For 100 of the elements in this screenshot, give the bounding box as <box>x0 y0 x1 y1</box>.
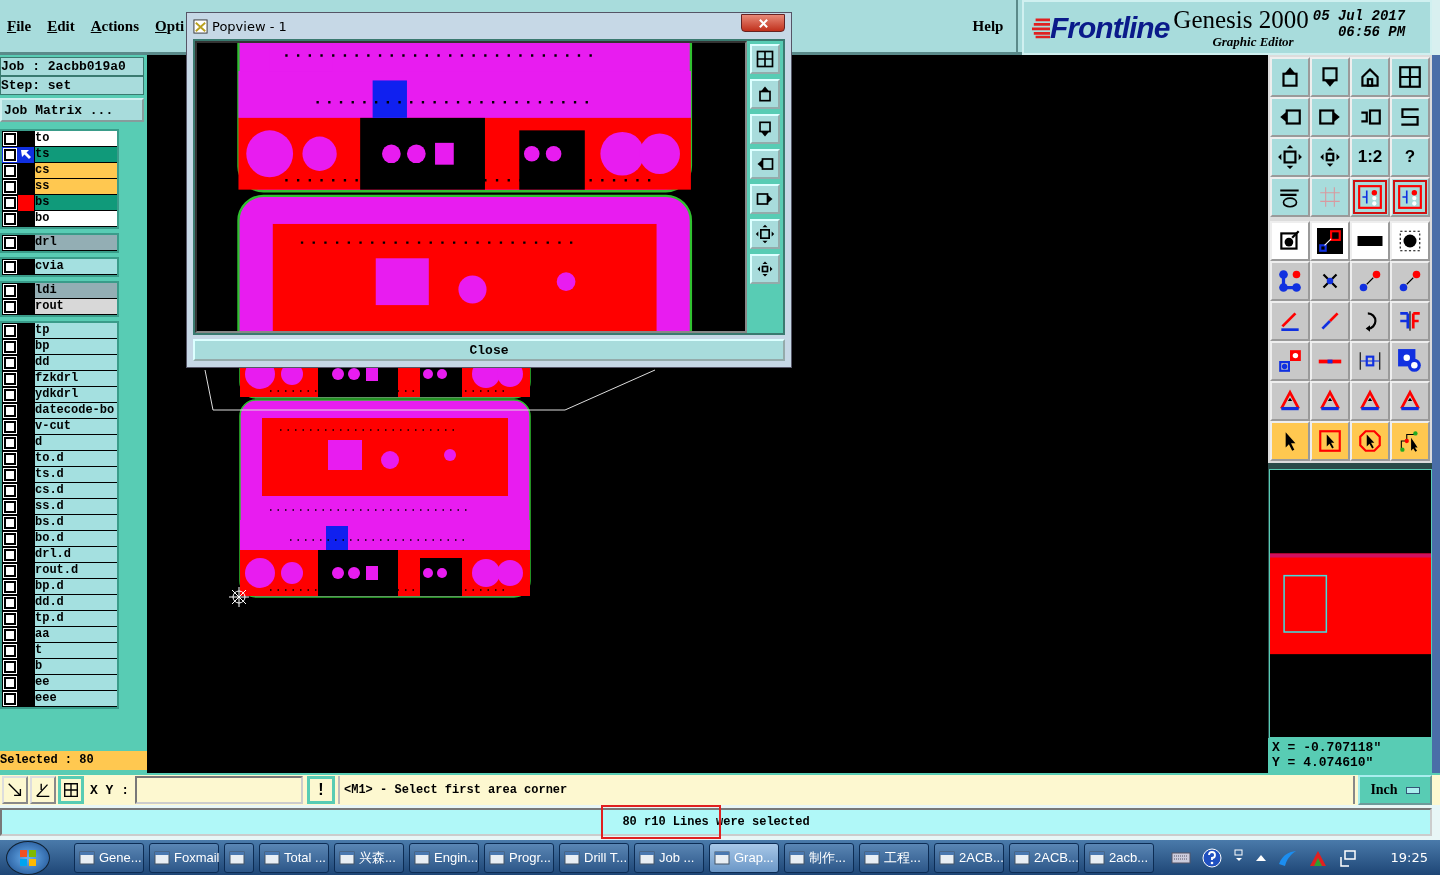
layer-name[interactable]: t <box>35 643 117 659</box>
units-dropdown[interactable]: Inch <box>1358 775 1432 805</box>
taskbar-item[interactable]: 2ACB... <box>1009 842 1079 873</box>
layer-name[interactable]: d <box>35 435 117 451</box>
layer-name[interactable]: drl <box>35 235 117 251</box>
checkbox[interactable] <box>2 531 18 547</box>
checkbox[interactable] <box>2 371 18 387</box>
layer-name[interactable]: aa <box>35 627 117 643</box>
toolbar-button[interactable] <box>1270 221 1310 261</box>
taskbar-item[interactable]: 工程... <box>859 842 929 873</box>
toolbar-button[interactable] <box>1350 57 1390 97</box>
view-button[interactable] <box>750 184 780 214</box>
toolbar-button[interactable] <box>1390 341 1430 381</box>
layer-name[interactable]: cs <box>35 163 117 179</box>
layer-name[interactable]: ydkdrl <box>35 387 117 403</box>
layer-name[interactable]: drl.d <box>35 547 117 563</box>
layer-name[interactable]: cs.d <box>35 483 117 499</box>
job-matrix-button[interactable]: Job Matrix ... <box>0 98 144 122</box>
layer-name[interactable]: tp.d <box>35 611 117 627</box>
layer-name[interactable]: ldi <box>35 283 117 299</box>
toolbar-button[interactable] <box>1350 341 1390 381</box>
toolbar-button[interactable] <box>1310 57 1350 97</box>
layer-name[interactable]: ss.d <box>35 499 117 515</box>
view-button[interactable] <box>750 219 780 249</box>
checkbox[interactable] <box>2 179 18 195</box>
checkbox[interactable] <box>2 131 18 147</box>
toolbar-button[interactable] <box>1350 221 1390 261</box>
checkbox[interactable] <box>2 499 18 515</box>
toolbar-button[interactable] <box>1390 261 1430 301</box>
layer-name[interactable]: v-cut <box>35 419 117 435</box>
toolbar-button[interactable] <box>1310 97 1350 137</box>
taskbar-item[interactable]: 2acb... <box>1084 842 1154 873</box>
layer-name[interactable]: rout <box>35 299 117 315</box>
view-button[interactable] <box>750 149 780 179</box>
toolbar-button[interactable] <box>1270 97 1310 137</box>
toolbar-button[interactable] <box>1310 381 1350 421</box>
toolbar-button[interactable] <box>1270 421 1310 461</box>
layer-name[interactable]: fzkdrl <box>35 371 117 387</box>
menu-item[interactable]: Edit <box>47 17 75 35</box>
toolbar-button[interactable] <box>1310 137 1350 177</box>
taskbar-item[interactable]: Total ... <box>259 842 329 873</box>
toolbar-button[interactable] <box>1390 381 1430 421</box>
checkbox[interactable] <box>2 611 18 627</box>
checkbox[interactable] <box>2 467 18 483</box>
layer-name[interactable]: rout.d <box>35 563 117 579</box>
toolbar-button[interactable] <box>1270 381 1310 421</box>
taskbar-item[interactable]: 2ACB... <box>934 842 1004 873</box>
view-button[interactable] <box>750 254 780 284</box>
checkbox[interactable] <box>2 339 18 355</box>
arrow-button[interactable] <box>2 776 28 804</box>
checkbox[interactable] <box>2 235 18 251</box>
checkbox[interactable] <box>2 419 18 435</box>
layer-name[interactable]: tp <box>35 323 117 339</box>
toolbar-button[interactable] <box>1390 97 1430 137</box>
coordinate-input[interactable] <box>135 776 303 804</box>
toolbar-button[interactable] <box>1350 261 1390 301</box>
checkbox[interactable] <box>2 515 18 531</box>
angle-button[interactable] <box>30 776 56 804</box>
checkbox[interactable] <box>2 659 18 675</box>
checkbox[interactable] <box>2 163 18 179</box>
grid-snap-button[interactable] <box>58 776 84 804</box>
checkbox[interactable] <box>2 643 18 659</box>
toolbar-button[interactable] <box>1270 341 1310 381</box>
close-button[interactable] <box>741 14 785 32</box>
toolbar-button[interactable] <box>1310 421 1350 461</box>
layer-name[interactable]: bo <box>35 211 117 227</box>
start-button[interactable] <box>6 840 50 875</box>
checkbox[interactable] <box>2 387 18 403</box>
layer-name[interactable]: to <box>35 131 117 147</box>
layer-name[interactable]: ts <box>35 147 117 163</box>
taskbar-item[interactable]: 制作... <box>784 842 854 873</box>
checkbox[interactable] <box>2 547 18 563</box>
layer-name[interactable]: bs <box>35 195 117 211</box>
layer-name[interactable]: bp.d <box>35 579 117 595</box>
checkbox[interactable] <box>2 691 18 707</box>
checkbox[interactable] <box>2 195 18 211</box>
view-button[interactable] <box>750 44 780 74</box>
toolbar-button[interactable] <box>1390 301 1430 341</box>
taskbar-item[interactable] <box>224 842 254 873</box>
alert-button[interactable]: ! <box>307 776 335 804</box>
layer-name[interactable]: ee <box>35 675 117 691</box>
toolbar-button[interactable] <box>1350 301 1390 341</box>
checkbox[interactable] <box>2 211 18 227</box>
layer-name[interactable]: ss <box>35 179 117 195</box>
toolbar-button[interactable]: ? <box>1390 137 1430 177</box>
layer-name[interactable]: ts.d <box>35 467 117 483</box>
toolbar-button[interactable] <box>1390 57 1430 97</box>
taskbar-item[interactable]: Foxmail <box>149 842 219 873</box>
checkbox[interactable] <box>2 323 18 339</box>
checkbox[interactable] <box>2 403 18 419</box>
layer-name[interactable]: to.d <box>35 451 117 467</box>
layer-name[interactable]: cvia <box>35 259 117 275</box>
toolbar-button[interactable]: 1:2 <box>1350 137 1390 177</box>
layer-name[interactable]: datecode-bo <box>35 403 117 419</box>
taskbar-item[interactable]: Gene... <box>74 842 144 873</box>
view-button[interactable] <box>750 79 780 109</box>
checkbox[interactable] <box>2 627 18 643</box>
toolbar-button[interactable] <box>1350 421 1390 461</box>
taskbar-item[interactable]: Drill T... <box>559 842 629 873</box>
taskbar-item[interactable]: Job ... <box>634 842 704 873</box>
